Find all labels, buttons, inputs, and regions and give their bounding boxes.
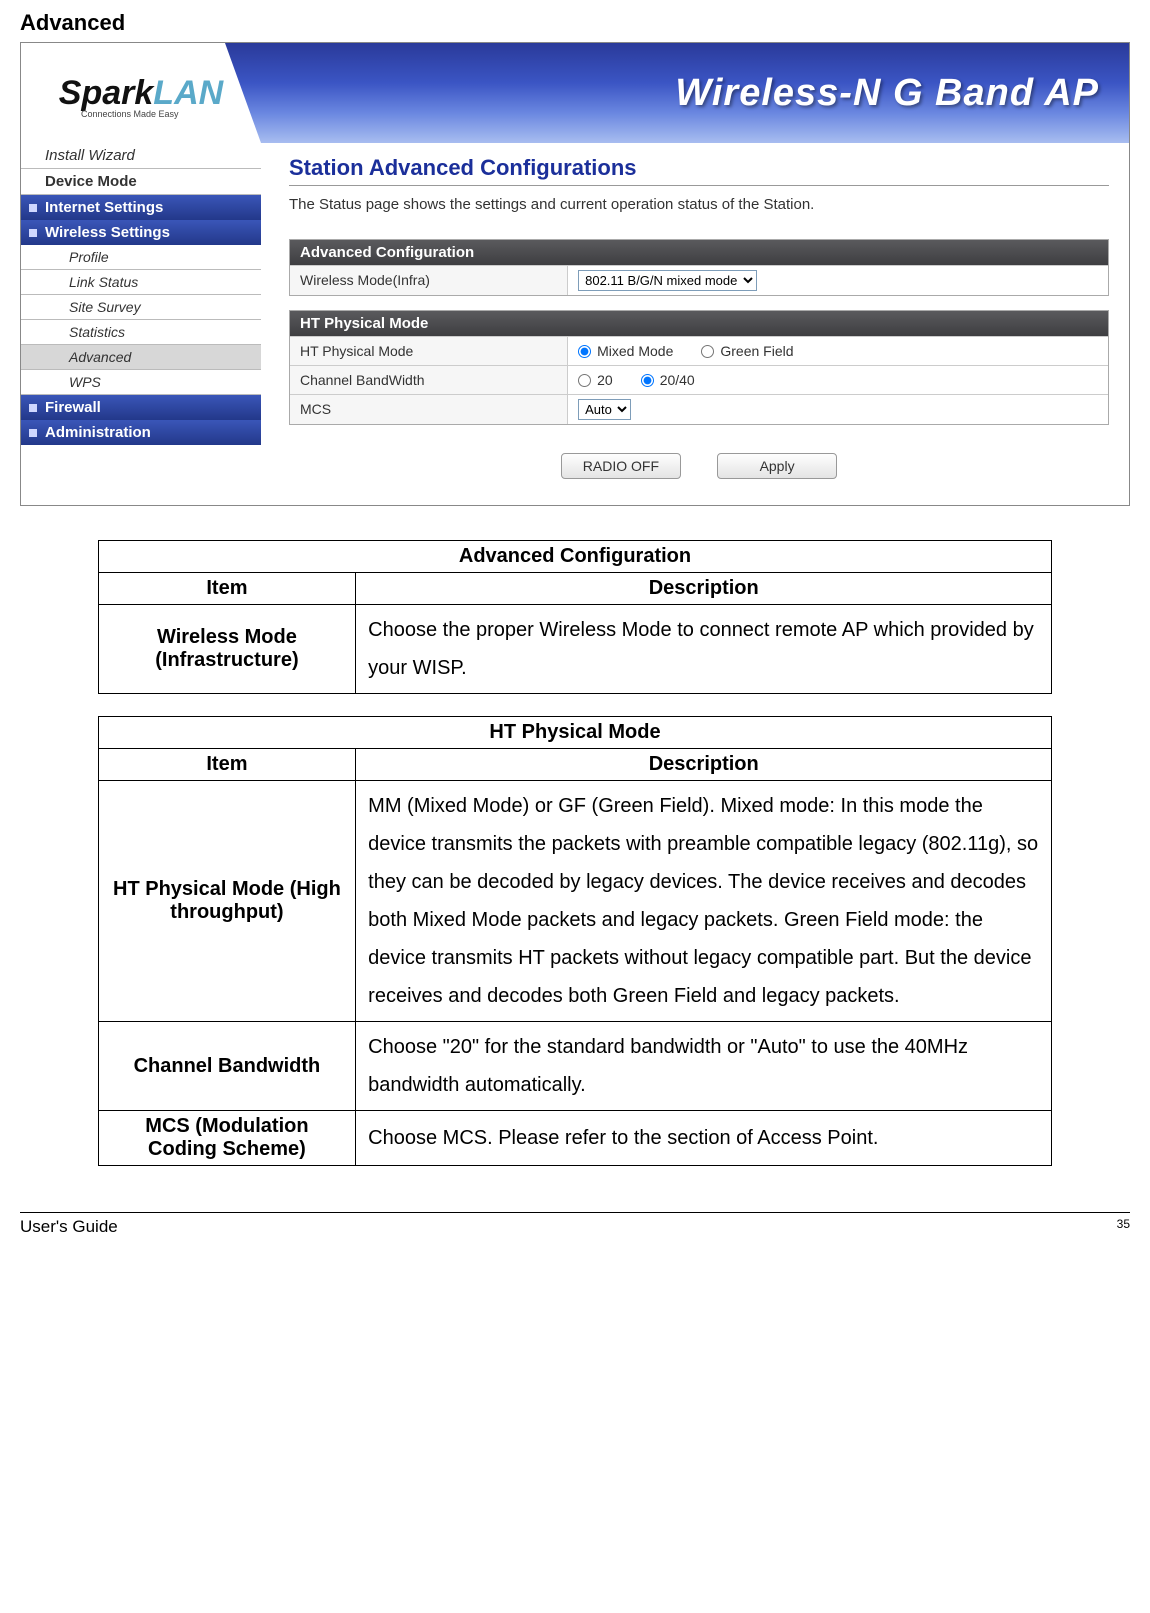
nav-link-status[interactable]: Link Status <box>21 270 261 295</box>
panel-ht-physical: HT Physical Mode HT Physical Mode Mixed … <box>289 310 1109 425</box>
t2-r0-item: HT Physical Mode (High throughput) <box>98 781 355 1022</box>
nav-site-survey[interactable]: Site Survey <box>21 295 261 320</box>
logo-main: Spark <box>59 74 154 112</box>
t2-r2-item: MCS (Modulation Coding Scheme) <box>98 1111 355 1166</box>
nav-statistics[interactable]: Statistics <box>21 320 261 345</box>
t2-r0-desc: MM (Mixed Mode) or GF (Green Field). Mix… <box>356 781 1052 1022</box>
table-row: MCS (Modulation Coding Scheme) Choose MC… <box>98 1111 1052 1166</box>
radio-bw-20[interactable]: 20 <box>578 372 613 388</box>
nav-device-mode[interactable]: Device Mode <box>21 169 261 195</box>
footer: User's Guide 35 <box>20 1212 1130 1237</box>
t2-r2-desc: Choose MCS. Please refer to the section … <box>356 1111 1052 1166</box>
radio-green-field-input[interactable] <box>701 345 714 358</box>
banner-title: Wireless-N G Band AP <box>261 72 1129 115</box>
radio-green-field-label: Green Field <box>720 343 793 359</box>
main-title: Station Advanced Configurations <box>289 155 1109 186</box>
row-mcs: MCS Auto <box>290 394 1108 424</box>
select-mcs[interactable]: Auto <box>578 399 631 420</box>
radio-bw-20-input[interactable] <box>578 374 591 387</box>
row-ht-mode: HT Physical Mode Mixed Mode Green Field <box>290 336 1108 365</box>
footer-page-number: 35 <box>1117 1217 1130 1237</box>
logo-suffix: LAN <box>153 74 223 112</box>
radio-green-field[interactable]: Green Field <box>701 343 793 359</box>
panel-head-ht: HT Physical Mode <box>290 311 1108 336</box>
t1-r0-item: Wireless Mode (Infrastructure) <box>98 605 355 694</box>
table-ht-physical: HT Physical Mode Item Description HT Phy… <box>98 716 1053 1166</box>
table-row: HT Physical Mode (High throughput) MM (M… <box>98 781 1052 1022</box>
row-channel-bw: Channel BandWidth 20 20/40 <box>290 365 1108 394</box>
screenshot-container: SparkLAN Connections Made Easy Wireless-… <box>20 42 1130 506</box>
panel-head-advanced: Advanced Configuration <box>290 240 1108 265</box>
panel-advanced-config: Advanced Configuration Wireless Mode(Inf… <box>289 239 1109 296</box>
radio-mixed-mode-input[interactable] <box>578 345 591 358</box>
logo-tagline: Connections Made Easy <box>81 109 179 119</box>
nav-advanced[interactable]: Advanced <box>21 345 261 370</box>
row-wireless-mode: Wireless Mode(Infra) 802.11 B/G/N mixed … <box>290 265 1108 295</box>
radio-bw-2040-input[interactable] <box>641 374 654 387</box>
label-wireless-mode: Wireless Mode(Infra) <box>290 266 568 295</box>
label-ht-mode: HT Physical Mode <box>290 337 568 365</box>
page-heading: Advanced <box>20 10 1130 36</box>
nav-internet-settings[interactable]: Internet Settings <box>21 195 261 220</box>
radio-off-button[interactable]: RADIO OFF <box>561 453 681 479</box>
footer-left: User's Guide <box>20 1217 118 1237</box>
nav-firewall[interactable]: Firewall <box>21 395 261 420</box>
nav-wireless-settings[interactable]: Wireless Settings <box>21 220 261 245</box>
nav-administration[interactable]: Administration <box>21 420 261 445</box>
t2-r1-item: Channel Bandwidth <box>98 1022 355 1111</box>
banner: SparkLAN Connections Made Easy Wireless-… <box>21 43 1129 143</box>
t1-r0-desc: Choose the proper Wireless Mode to conne… <box>356 605 1052 694</box>
t2-r1-desc: Choose "20" for the standard bandwidth o… <box>356 1022 1052 1111</box>
t1-title: Advanced Configuration <box>98 541 1052 573</box>
button-row: RADIO OFF Apply <box>289 439 1109 485</box>
label-channel-bw: Channel BandWidth <box>290 366 568 394</box>
main-content: Station Advanced Configurations The Stat… <box>261 143 1129 505</box>
radio-bw-2040[interactable]: 20/40 <box>641 372 695 388</box>
table-row: Channel Bandwidth Choose "20" for the st… <box>98 1022 1052 1111</box>
shot-body: Install Wizard Device Mode Internet Sett… <box>21 143 1129 505</box>
sidebar-nav: Install Wizard Device Mode Internet Sett… <box>21 143 261 505</box>
logo-text: SparkLAN <box>59 74 223 113</box>
radio-mixed-mode-label: Mixed Mode <box>597 343 673 359</box>
t2-col2: Description <box>356 749 1052 781</box>
t1-col1: Item <box>98 573 355 605</box>
t2-title: HT Physical Mode <box>98 717 1052 749</box>
nav-install-wizard[interactable]: Install Wizard <box>21 143 261 169</box>
nav-wps[interactable]: WPS <box>21 370 261 395</box>
apply-button[interactable]: Apply <box>717 453 837 479</box>
label-mcs: MCS <box>290 395 568 424</box>
main-desc: The Status page shows the settings and c… <box>289 196 1109 213</box>
t1-col2: Description <box>356 573 1052 605</box>
t2-col1: Item <box>98 749 355 781</box>
table-row: Wireless Mode (Infrastructure) Choose th… <box>98 605 1052 694</box>
radio-mixed-mode[interactable]: Mixed Mode <box>578 343 673 359</box>
radio-bw-2040-label: 20/40 <box>660 372 695 388</box>
select-wireless-mode[interactable]: 802.11 B/G/N mixed mode <box>578 270 757 291</box>
logo-box: SparkLAN Connections Made Easy <box>21 43 261 143</box>
radio-bw-20-label: 20 <box>597 372 613 388</box>
nav-profile[interactable]: Profile <box>21 245 261 270</box>
table-advanced-config: Advanced Configuration Item Description … <box>98 540 1053 694</box>
